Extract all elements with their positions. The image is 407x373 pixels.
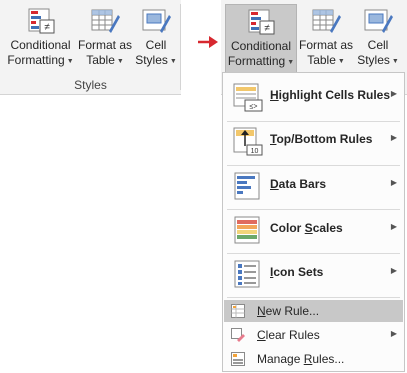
group-label-styles: Styles xyxy=(74,78,107,92)
svg-text:≠: ≠ xyxy=(264,23,270,34)
menu-item-label: New Rule... xyxy=(257,304,319,318)
cell-styles-button[interactable]: Cell Styles ▼ xyxy=(134,4,178,74)
highlight-cells-rules-icon: ≤> xyxy=(233,83,263,112)
label-line2: Styles ▼ xyxy=(355,53,401,69)
menu-item-label: Icon Sets xyxy=(270,265,323,279)
conditional-formatting-icon: ≠ xyxy=(248,9,275,35)
label-rest: cales xyxy=(312,221,343,235)
manage-rules-icon xyxy=(231,352,245,366)
dropdown-caret-icon: ▼ xyxy=(287,59,295,66)
new-rule-icon xyxy=(231,304,245,318)
label-line2-text: Formatting xyxy=(7,53,65,67)
label-line2-text: Formatting xyxy=(227,54,286,68)
menu-item-top-bottom-rules[interactable]: 10 Top/Bottom Rules ▶ xyxy=(223,120,404,164)
label-rest: op/Bottom Rules xyxy=(276,132,373,146)
label-line1: Format as xyxy=(77,38,132,52)
format-as-table-icon xyxy=(91,9,120,33)
format-as-table-icon xyxy=(312,9,341,33)
cell-styles-icon xyxy=(364,9,393,33)
label-rest: con Sets xyxy=(273,265,324,279)
dropdown-caret-icon: ▼ xyxy=(337,58,345,65)
menu-item-label: Color Scales xyxy=(270,221,343,235)
submenu-arrow-icon: ▶ xyxy=(390,133,397,142)
label-line2-text: Styles xyxy=(357,53,390,67)
accelerator-key: H xyxy=(270,88,279,102)
submenu-arrow-icon: ▶ xyxy=(390,89,397,98)
label-line2-text: Table xyxy=(307,53,336,67)
svg-text:10: 10 xyxy=(251,148,259,155)
menu-item-label: Data Bars xyxy=(270,177,326,191)
menu-item-label: Highlight Cells Rules xyxy=(270,88,390,102)
styles-group-before: ≠ Conditional Formatting ▼ Format as Tabl… xyxy=(0,0,181,95)
conditional-formatting-button[interactable]: ≠ Conditional Formatting ▼ xyxy=(5,4,76,74)
menu-item-data-bars[interactable]: Data Bars ▶ xyxy=(223,165,404,209)
label-line1: Conditional xyxy=(10,38,71,52)
menu-item-manage-rules[interactable]: Manage Rules... xyxy=(224,348,403,370)
label-pre: Color xyxy=(270,221,305,235)
menu-item-label: Clear Rules xyxy=(257,328,320,342)
conditional-formatting-menu: ≤> Highlight Cells Rules ▶ 10 Top/Bottom… xyxy=(222,72,405,372)
accelerator-key: C xyxy=(257,328,266,342)
accelerator-key: D xyxy=(270,177,279,191)
dropdown-caret-icon: ▼ xyxy=(66,58,74,65)
cell-styles-button[interactable]: Cell Styles ▼ xyxy=(355,4,401,74)
label-line2: Formatting ▼ xyxy=(226,54,296,70)
menu-item-new-rule[interactable]: New Rule... xyxy=(224,300,403,322)
menu-separator xyxy=(227,297,400,298)
data-bars-icon xyxy=(234,172,260,200)
arrow-right-icon xyxy=(198,36,218,48)
svg-text:≠: ≠ xyxy=(44,22,50,33)
svg-text:≤>: ≤> xyxy=(250,104,258,111)
label-rest: lear Rules xyxy=(265,328,320,342)
format-as-table-button[interactable]: Format as Table ▼ xyxy=(77,4,133,74)
menu-item-label: Top/Bottom Rules xyxy=(270,132,372,146)
menu-item-icon-sets[interactable]: Icon Sets ▶ xyxy=(223,253,404,297)
accelerator-key: S xyxy=(304,221,313,235)
format-as-table-button[interactable]: Format as Table ▼ xyxy=(298,4,354,74)
submenu-arrow-icon: ▶ xyxy=(390,329,397,338)
clear-rules-icon xyxy=(231,328,245,342)
dropdown-caret-icon: ▼ xyxy=(116,58,124,65)
menu-item-clear-rules[interactable]: Clear Rules ▶ xyxy=(224,324,403,346)
label-line2: Formatting ▼ xyxy=(5,53,76,69)
label-line2-text: Styles xyxy=(135,53,168,67)
icon-sets-icon xyxy=(234,260,260,288)
label-line2: Table ▼ xyxy=(298,53,354,69)
conditional-formatting-button-active[interactable]: ≠ Conditional Formatting ▼ xyxy=(225,4,297,74)
label-line2: Table ▼ xyxy=(77,53,133,69)
top-bottom-rules-icon: 10 xyxy=(233,127,263,156)
label-line1: Format as xyxy=(298,38,353,52)
label-line2: Styles ▼ xyxy=(134,53,178,69)
label-rest: ata Bars xyxy=(278,177,327,191)
submenu-arrow-icon: ▶ xyxy=(390,266,397,275)
dropdown-caret-icon: ▼ xyxy=(169,58,177,65)
label-line2-text: Table xyxy=(86,53,115,67)
conditional-formatting-icon: ≠ xyxy=(28,8,54,34)
label-rest: ighlight Cells Rules xyxy=(278,88,391,102)
label-pre: Manage xyxy=(257,352,304,366)
label-line1: Conditional xyxy=(230,39,292,53)
label-rest: ules... xyxy=(312,352,345,366)
label-line1: Cell xyxy=(367,38,389,52)
accelerator-key: N xyxy=(257,304,266,318)
cell-styles-icon xyxy=(142,9,171,33)
menu-item-label: Manage Rules... xyxy=(257,352,344,366)
submenu-arrow-icon: ▶ xyxy=(390,178,397,187)
label-rest: ew Rule... xyxy=(265,304,320,318)
label-line1: Cell xyxy=(145,38,167,52)
menu-item-color-scales[interactable]: Color Scales ▶ xyxy=(223,209,404,253)
submenu-arrow-icon: ▶ xyxy=(390,222,397,231)
dropdown-caret-icon: ▼ xyxy=(391,58,399,65)
menu-item-highlight-cells-rules[interactable]: ≤> Highlight Cells Rules ▶ xyxy=(223,76,404,120)
color-scales-icon xyxy=(234,216,260,244)
